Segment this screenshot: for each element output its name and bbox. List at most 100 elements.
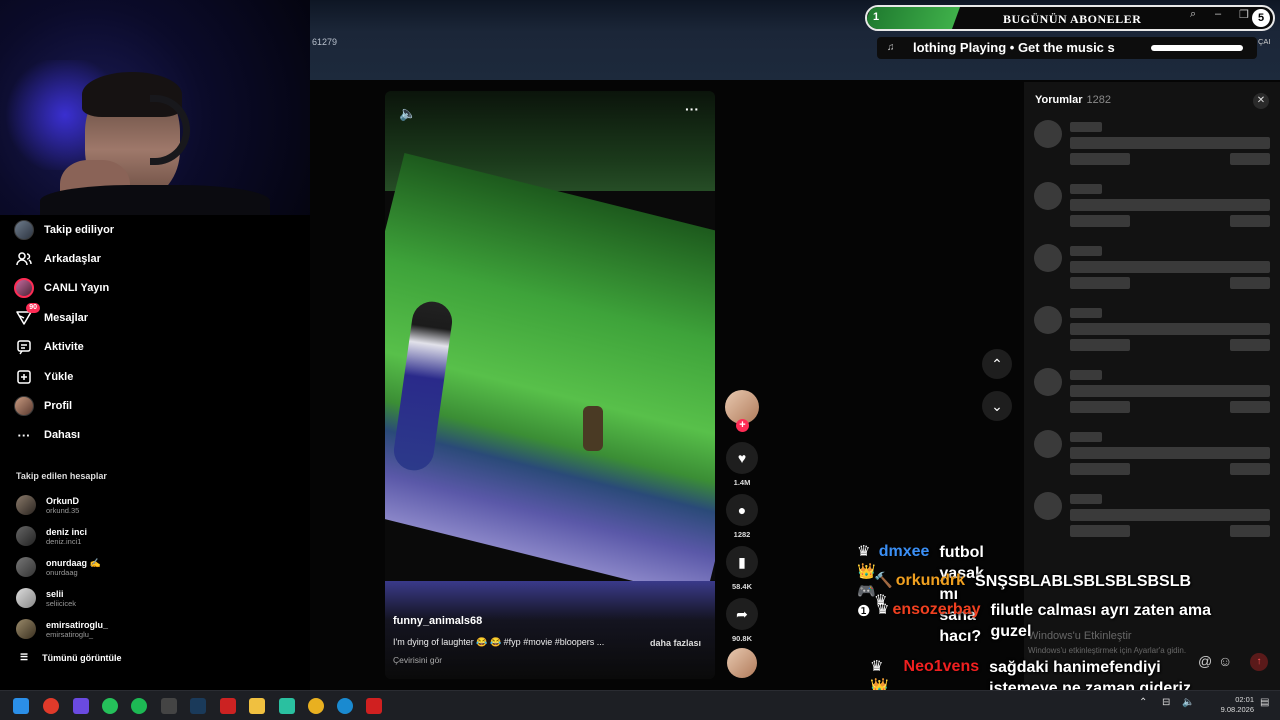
sidebar-item-messages[interactable]: 90 Mesajlar [14, 303, 89, 329]
watermark-title: Windows'u Etkinleştir [1028, 630, 1132, 642]
emoji-icon[interactable]: ☺ [1218, 653, 1232, 669]
sidebar-item-label: Yükle [44, 371, 74, 383]
sound-disc-icon [727, 648, 757, 678]
comment-count: 1282 [733, 530, 751, 539]
bookmark-icon: ▮ [726, 546, 758, 578]
windows-start-icon[interactable] [13, 698, 29, 714]
like-count: 1.4M [733, 478, 751, 487]
upload-icon [14, 367, 34, 387]
comment-skeleton [1034, 368, 1270, 418]
whatsapp-icon[interactable] [102, 698, 118, 714]
goal-current: 1 [873, 11, 880, 23]
now-playing-widget: ♫ lothing Playing • Get the music s [877, 37, 1257, 59]
like-button[interactable]: ♥ 1.4M [722, 442, 762, 487]
video-username[interactable]: funny_animals68 [393, 615, 482, 627]
chevron-up-icon: ⌃ [991, 355, 1003, 372]
chrome-icon[interactable] [308, 698, 324, 714]
maximize-icon[interactable]: ❐ [1239, 8, 1249, 21]
account-handle: emirsatiroglu_ [46, 629, 94, 639]
next-video-button[interactable]: ⌄ [982, 391, 1012, 421]
messages-icon: 90 [14, 303, 40, 328]
heart-icon: ♥ [726, 442, 758, 474]
folder-icon[interactable] [249, 698, 265, 714]
network-icon[interactable]: ⊟ [1162, 697, 1170, 708]
avatar [16, 619, 36, 639]
comments-title: Yorumlar 1282 [1035, 94, 1111, 106]
notification-icon[interactable]: ▤ [1260, 697, 1269, 708]
share-button[interactable]: ➦ 90.8K [722, 598, 762, 643]
chat-username: dmxee [878, 543, 930, 560]
minimize-icon[interactable]: – [1215, 8, 1221, 20]
now-playing-text: lothing Playing • Get the music s [913, 40, 1115, 55]
sidebar-item-profile[interactable]: Profil [14, 395, 72, 417]
see-all-button[interactable]: ☰ Tümünü görüntüle [20, 652, 122, 663]
search-icon[interactable]: ⌕ [1190, 8, 1196, 21]
comment-skeleton [1034, 306, 1270, 356]
app-green-icon[interactable] [279, 698, 295, 714]
see-more-link[interactable]: daha fazlası [650, 638, 701, 648]
previous-video-button[interactable]: ⌃ [982, 349, 1012, 379]
comment-button[interactable]: ● 1282 [722, 494, 762, 539]
opera-icon[interactable] [43, 698, 59, 714]
more-options-icon[interactable]: ··· [685, 101, 699, 117]
comment-skeleton [1034, 430, 1270, 480]
edge-icon[interactable] [337, 698, 353, 714]
list-icon: ☰ [20, 652, 29, 662]
comments-count: 1282 [1086, 94, 1111, 106]
translate-link[interactable]: Çevirisini gör [393, 655, 442, 665]
sidebar-item-activity[interactable]: Aktivite [14, 336, 84, 358]
video-player[interactable]: 🔈 ··· funny_animals68 I'm dying of laugh… [385, 91, 715, 679]
spotify-icon[interactable] [131, 698, 147, 714]
webcam-feed [0, 0, 310, 215]
youtube-icon[interactable] [366, 698, 382, 714]
sidebar-item-upload[interactable]: Yükle [14, 366, 73, 388]
chat-username: orkundrk [895, 572, 966, 589]
subscriber-goal-widget: 1 BUGÜNÜN ABONELER 5 [865, 5, 1275, 31]
avatar [16, 588, 36, 608]
steam-icon[interactable] [190, 698, 206, 714]
chat-username: Neo1vens [903, 658, 980, 675]
system-clock[interactable]: 02:01 9.08.2026 [1210, 695, 1254, 715]
app-red-icon[interactable] [220, 698, 236, 714]
following-account[interactable]: selii seliicicek [16, 588, 76, 608]
app-icon[interactable] [161, 698, 177, 714]
live-icon [14, 278, 34, 298]
discord-icon[interactable] [73, 698, 89, 714]
record-icon[interactable]: ↑ [1250, 653, 1268, 671]
save-button[interactable]: ▮ 58.4K [722, 546, 762, 591]
follow-plus-icon[interactable]: + [736, 419, 749, 432]
following-account[interactable]: emirsatiroglu_ emirsatiroglu_ [16, 619, 108, 639]
profile-icon [14, 396, 34, 416]
comment-skeleton [1034, 244, 1270, 294]
following-account[interactable]: onurdaag ✍ onurdaag [16, 557, 101, 577]
avatar [16, 557, 36, 577]
sidebar-item-label: Mesajlar [44, 312, 89, 324]
sidebar-item-live[interactable]: CANLI Yayın [14, 277, 109, 299]
sidebar-item-more[interactable]: ··· Dahası [14, 424, 81, 446]
chat-username: ensozerbay [892, 601, 981, 618]
account-name: deniz inci [46, 526, 88, 537]
sidebar-item-following[interactable]: Takip ediliyor [14, 219, 114, 241]
volume-icon[interactable]: 🔈 [1182, 697, 1194, 708]
sound-avatar-button[interactable] [722, 648, 762, 678]
following-account[interactable]: deniz inci deniz.inci1 [16, 526, 87, 546]
following-account[interactable]: OrkunD orkund.35 [16, 495, 79, 515]
comments-title-label: Yorumlar [1035, 94, 1083, 106]
sidebar-item-label: Aktivite [44, 341, 84, 353]
close-comments-button[interactable]: ✕ [1253, 93, 1269, 109]
at-icon[interactable]: @ [1198, 653, 1212, 669]
activity-icon [14, 337, 34, 357]
more-icon: ··· [17, 427, 31, 443]
sidebar-item-friends[interactable]: Arkadaşlar [14, 248, 101, 270]
volume-icon[interactable]: 🔈 [399, 105, 416, 122]
watermark-subtitle: Windows'u etkinleştirmek için Ayarlar'a … [1028, 646, 1187, 655]
comment-skeleton [1034, 182, 1270, 232]
avatar: + [725, 390, 759, 432]
share-count: 90.8K [731, 634, 752, 643]
video-description: I'm dying of laughter 😂 😂 #fyp #movie #b… [393, 637, 605, 647]
screen: 61279 Takip ediliyor Arkadaşlar CANLI Ya… [0, 0, 1280, 720]
chevron-up-icon[interactable]: ⌃ [1139, 697, 1147, 708]
creator-avatar-button[interactable]: + [722, 390, 762, 432]
music-note-icon: ♫ [887, 42, 895, 53]
ai-label: ÇAI [1258, 37, 1271, 46]
